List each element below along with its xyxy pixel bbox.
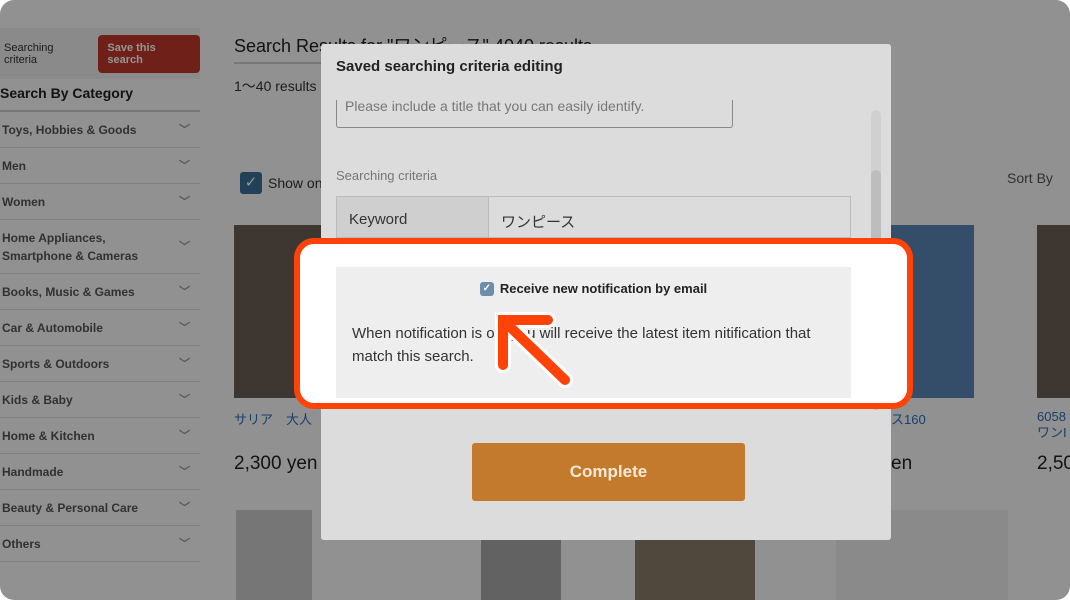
notification-section: ✓ Receive new notification by email When …: [336, 267, 851, 398]
keyword-row: Keyword ワンピース: [336, 196, 851, 238]
keyword-value: ワンピース: [501, 214, 576, 231]
notification-description: When notification is on, you will receiv…: [352, 325, 811, 365]
notification-checkbox[interactable]: ✓ Receive new notification by email: [336, 281, 851, 296]
modal-title: Saved searching criteria editing: [336, 58, 563, 75]
criteria-label: Searching criteria: [336, 168, 438, 183]
notification-label: Receive new notification by email: [499, 281, 708, 296]
keyword-label: Keyword: [337, 197, 489, 237]
complete-button[interactable]: Complete: [472, 443, 745, 501]
arrow-icon: [495, 312, 573, 388]
check-icon: ✓: [479, 281, 494, 296]
title-input[interactable]: Please include a title that you can easi…: [336, 100, 733, 128]
